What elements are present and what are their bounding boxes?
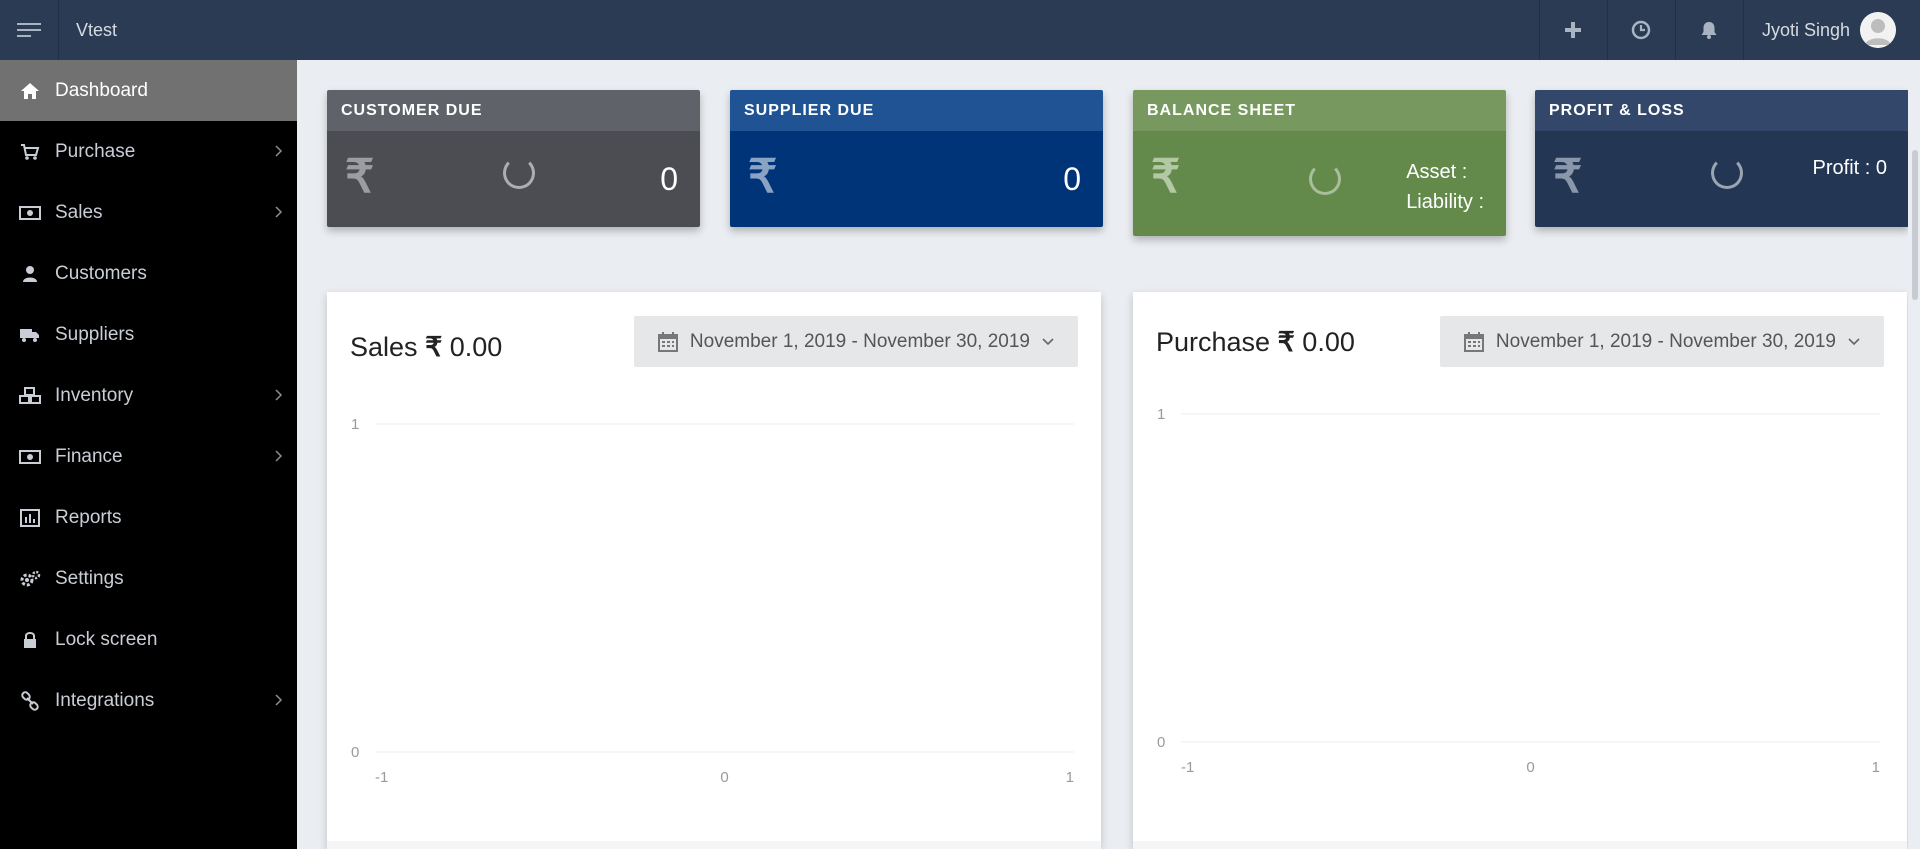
loading-spinner-icon xyxy=(1309,163,1341,195)
supplier-due-card[interactable]: SUPPLIER DUE ₹ 0 xyxy=(730,90,1103,227)
panel-footer xyxy=(327,841,1101,849)
sidebar: Dashboard Purchase Sales Customers Suppl… xyxy=(0,60,297,849)
purchase-panel: Purchase ₹ 0.00 November 1, 2019 - Novem… xyxy=(1133,292,1907,849)
sidebar-item-inventory[interactable]: Inventory xyxy=(0,365,297,426)
x-tick-label: 0 xyxy=(720,769,728,786)
sales-chart: 0 1 -1 0 1 xyxy=(351,416,1074,786)
sidebar-item-label: Dashboard xyxy=(55,79,148,101)
purchase-chart: 0 1 -1 0 1 xyxy=(1157,406,1880,776)
profit-value: Profit : 0 xyxy=(1812,157,1887,179)
sales-panel: Sales ₹ 0.00 November 1, 2019 - November… xyxy=(327,292,1101,849)
chevron-right-icon xyxy=(275,202,283,224)
x-tick-label: 0 xyxy=(1526,759,1534,776)
history-button[interactable] xyxy=(1606,0,1675,60)
sidebar-item-suppliers[interactable]: Suppliers xyxy=(0,304,297,365)
sidebar-item-label: Suppliers xyxy=(55,323,135,345)
sidebar-item-label: Finance xyxy=(55,445,123,467)
sidebar-item-label: Purchase xyxy=(55,140,136,162)
x-tick-label: -1 xyxy=(1181,759,1194,776)
link-icon xyxy=(18,690,42,711)
sidebar-item-reports[interactable]: Reports xyxy=(0,487,297,548)
card-title: BALANCE SHEET xyxy=(1133,90,1506,131)
balance-sheet-values: Asset : Liability : xyxy=(1406,157,1484,217)
rupee-icon: ₹ xyxy=(1151,150,1181,202)
rupee-icon: ₹ xyxy=(1553,150,1583,202)
balance-sheet-card[interactable]: BALANCE SHEET ₹ Asset : Liability : xyxy=(1133,90,1506,236)
sidebar-item-label: Customers xyxy=(55,262,147,284)
scrollbar-thumb[interactable] xyxy=(1912,150,1918,300)
rupee-icon: ₹ xyxy=(748,150,778,202)
loading-spinner-icon xyxy=(503,157,535,189)
sidebar-item-label: Reports xyxy=(55,506,122,528)
add-button[interactable] xyxy=(1538,0,1607,60)
sidebar-item-customers[interactable]: Customers xyxy=(0,243,297,304)
lock-icon xyxy=(18,630,42,650)
page-scrollbar[interactable] xyxy=(1908,60,1920,849)
sidebar-item-label: Inventory xyxy=(55,384,134,406)
brand-name[interactable]: Vtest xyxy=(76,0,117,60)
supplier-due-value: 0 xyxy=(1063,161,1081,197)
loading-spinner-icon xyxy=(1711,157,1743,189)
x-tick-label: 1 xyxy=(1066,769,1074,786)
profit-loss-card[interactable]: PROFIT & LOSS ₹ Profit : 0 xyxy=(1535,90,1909,227)
plus-icon xyxy=(1565,22,1582,38)
card-title: PROFIT & LOSS xyxy=(1535,90,1909,131)
sidebar-item-dashboard[interactable]: Dashboard xyxy=(0,60,297,121)
y-tick-label: 1 xyxy=(1157,406,1165,423)
top-actions: Jyoti Singh xyxy=(1538,0,1920,60)
cart-icon xyxy=(18,142,42,162)
sidebar-toggle-button[interactable] xyxy=(0,0,59,60)
sidebar-item-label: Sales xyxy=(55,201,103,223)
chevron-right-icon xyxy=(275,446,283,468)
clock-icon xyxy=(1632,20,1651,40)
chevron-right-icon xyxy=(275,690,283,712)
money-icon xyxy=(18,203,42,223)
sidebar-item-sales[interactable]: Sales xyxy=(0,182,297,243)
user-menu[interactable]: Jyoti Singh xyxy=(1742,0,1920,60)
card-title: CUSTOMER DUE xyxy=(327,90,700,131)
hamburger-icon xyxy=(17,19,41,41)
y-tick-label: 1 xyxy=(351,416,359,433)
asset-label: Asset : xyxy=(1406,161,1468,183)
sidebar-item-label: Lock screen xyxy=(55,628,158,650)
top-navbar: Vtest Jyoti Singh xyxy=(0,0,1920,60)
y-tick-label: 0 xyxy=(1157,734,1165,751)
bell-icon xyxy=(1701,22,1717,39)
liability-label: Liability : xyxy=(1406,191,1484,213)
sidebar-item-label: Integrations xyxy=(55,689,155,711)
x-tick-label: 1 xyxy=(1872,759,1880,776)
sidebar-item-purchase[interactable]: Purchase xyxy=(0,121,297,182)
home-icon xyxy=(18,81,42,101)
sidebar-item-finance[interactable]: Finance xyxy=(0,426,297,487)
sidebar-item-integrations[interactable]: Integrations xyxy=(0,670,297,731)
panel-footer xyxy=(1133,841,1907,849)
sidebar-item-lock-screen[interactable]: Lock screen xyxy=(0,609,297,670)
rupee-icon: ₹ xyxy=(345,150,375,202)
avatar xyxy=(1860,12,1896,48)
sidebar-item-settings[interactable]: Settings xyxy=(0,548,297,609)
sidebar-item-label: Settings xyxy=(55,567,124,589)
chevron-right-icon xyxy=(275,141,283,163)
notifications-button[interactable] xyxy=(1674,0,1743,60)
cubes-icon xyxy=(18,386,42,406)
customer-due-card[interactable]: CUSTOMER DUE ₹ 0 xyxy=(327,90,700,227)
chevron-right-icon xyxy=(275,385,283,407)
bar-chart-icon xyxy=(18,508,42,528)
money-icon xyxy=(18,447,42,467)
user-name: Jyoti Singh xyxy=(1761,19,1850,40)
card-title: SUPPLIER DUE xyxy=(730,90,1103,131)
truck-icon xyxy=(18,325,42,345)
customer-due-value: 0 xyxy=(660,161,678,197)
y-tick-label: 0 xyxy=(351,744,359,761)
x-tick-label: -1 xyxy=(375,769,388,786)
user-icon xyxy=(18,264,42,284)
gears-icon xyxy=(18,569,42,589)
